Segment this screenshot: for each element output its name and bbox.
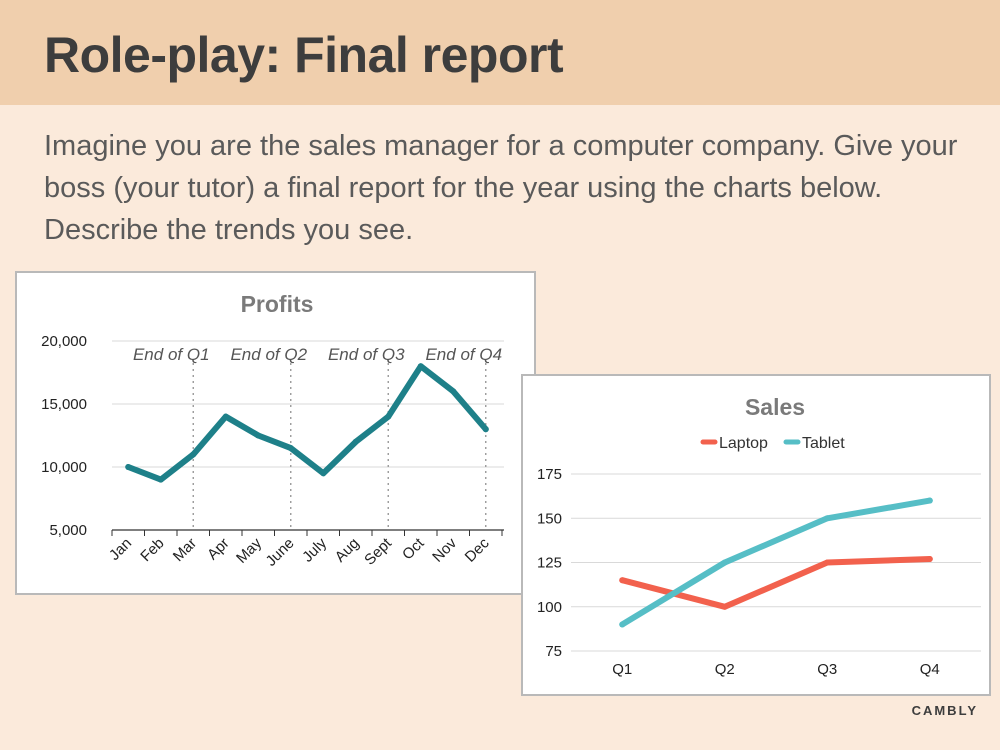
- x-tick-label: May: [233, 534, 265, 566]
- sales-chart-panel: Sales Laptop Tablet 75 100 125 150 175 Q1 Q2 Q3 Q4: [521, 374, 991, 696]
- laptop-point: [824, 559, 831, 566]
- profits-point: [255, 432, 262, 439]
- y-tick-label: 125: [537, 555, 562, 572]
- y-tick-label: 5,000: [49, 522, 87, 539]
- x-tick-label: Jan: [106, 535, 135, 564]
- x-tick-label: Q4: [920, 661, 940, 678]
- legend-label-laptop: Laptop: [719, 435, 768, 452]
- profits-point: [352, 438, 359, 445]
- x-tick-label: Mar: [170, 535, 200, 565]
- y-tick-label: 15,000: [41, 396, 87, 413]
- laptop-point: [619, 577, 626, 584]
- quarter-end-label: End of Q4: [425, 345, 502, 364]
- x-tick-label: Apr: [204, 535, 233, 564]
- x-tick-label: Feb: [137, 535, 167, 565]
- x-tick-label: Sept: [361, 534, 395, 568]
- instructions-text: Imagine you are the sales manager for a …: [44, 130, 958, 246]
- sales-chart-title: Sales: [745, 394, 805, 420]
- y-tick-label: 20,000: [41, 333, 87, 350]
- x-tick-label: Dec: [462, 534, 493, 565]
- brand-logo: CAMBLY: [911, 703, 978, 718]
- profits-chart-title: Profits: [241, 291, 314, 317]
- y-tick-label: 75: [545, 643, 562, 660]
- quarter-end-label: End of Q1: [133, 345, 210, 364]
- legend-label-tablet: Tablet: [802, 435, 845, 452]
- tablet-point: [721, 559, 728, 566]
- tablet-point: [824, 515, 831, 522]
- profits-point: [157, 476, 164, 483]
- x-tick-label: June: [263, 535, 298, 570]
- profits-chart: Profits5,00010,00015,00020,000Jan Feb Mar A…: [41, 291, 504, 570]
- x-tick-label: Q1: [612, 661, 632, 678]
- quarter-end-label: End of Q2: [230, 345, 307, 364]
- profits-point: [287, 445, 294, 452]
- profits-point: [450, 388, 457, 395]
- profits-point: [320, 470, 327, 477]
- y-tick-label: 150: [537, 510, 562, 527]
- profits-point: [385, 413, 392, 420]
- x-tick-label: Q2: [715, 661, 735, 678]
- x-tick-label: Oct: [399, 534, 428, 563]
- profits-point: [190, 451, 197, 458]
- laptop-point: [721, 603, 728, 610]
- quarter-end-label: End of Q3: [328, 345, 405, 364]
- header-banner: Role-play: Final report: [0, 0, 1000, 105]
- profits-point: [125, 464, 132, 470]
- y-tick-label: 100: [537, 599, 562, 616]
- tablet-point: [619, 621, 626, 628]
- profits-point: [222, 413, 229, 420]
- profits-chart-panel: Profits 5,000 10,000 15,000 20,000 Jan Feb Mar A…: [15, 271, 536, 595]
- profits-point: [417, 363, 424, 370]
- profits-point: [482, 426, 489, 433]
- x-tick-label: July: [299, 534, 330, 565]
- x-tick-label: Aug: [332, 535, 363, 566]
- y-tick-label: 175: [537, 466, 562, 483]
- profits-line: [125, 363, 489, 483]
- laptop-point: [926, 555, 933, 562]
- page-title: Role-play: Final report: [44, 27, 564, 83]
- x-tick-label: Nov: [429, 534, 460, 565]
- tablet-point: [926, 497, 933, 504]
- y-tick-label: 10,000: [41, 459, 87, 476]
- sales-chart: Sales Laptop Tablet 75 100 125 150 175 Q1 Q2 Q3 Q4: [537, 394, 981, 678]
- x-tick-label: Q3: [817, 661, 837, 678]
